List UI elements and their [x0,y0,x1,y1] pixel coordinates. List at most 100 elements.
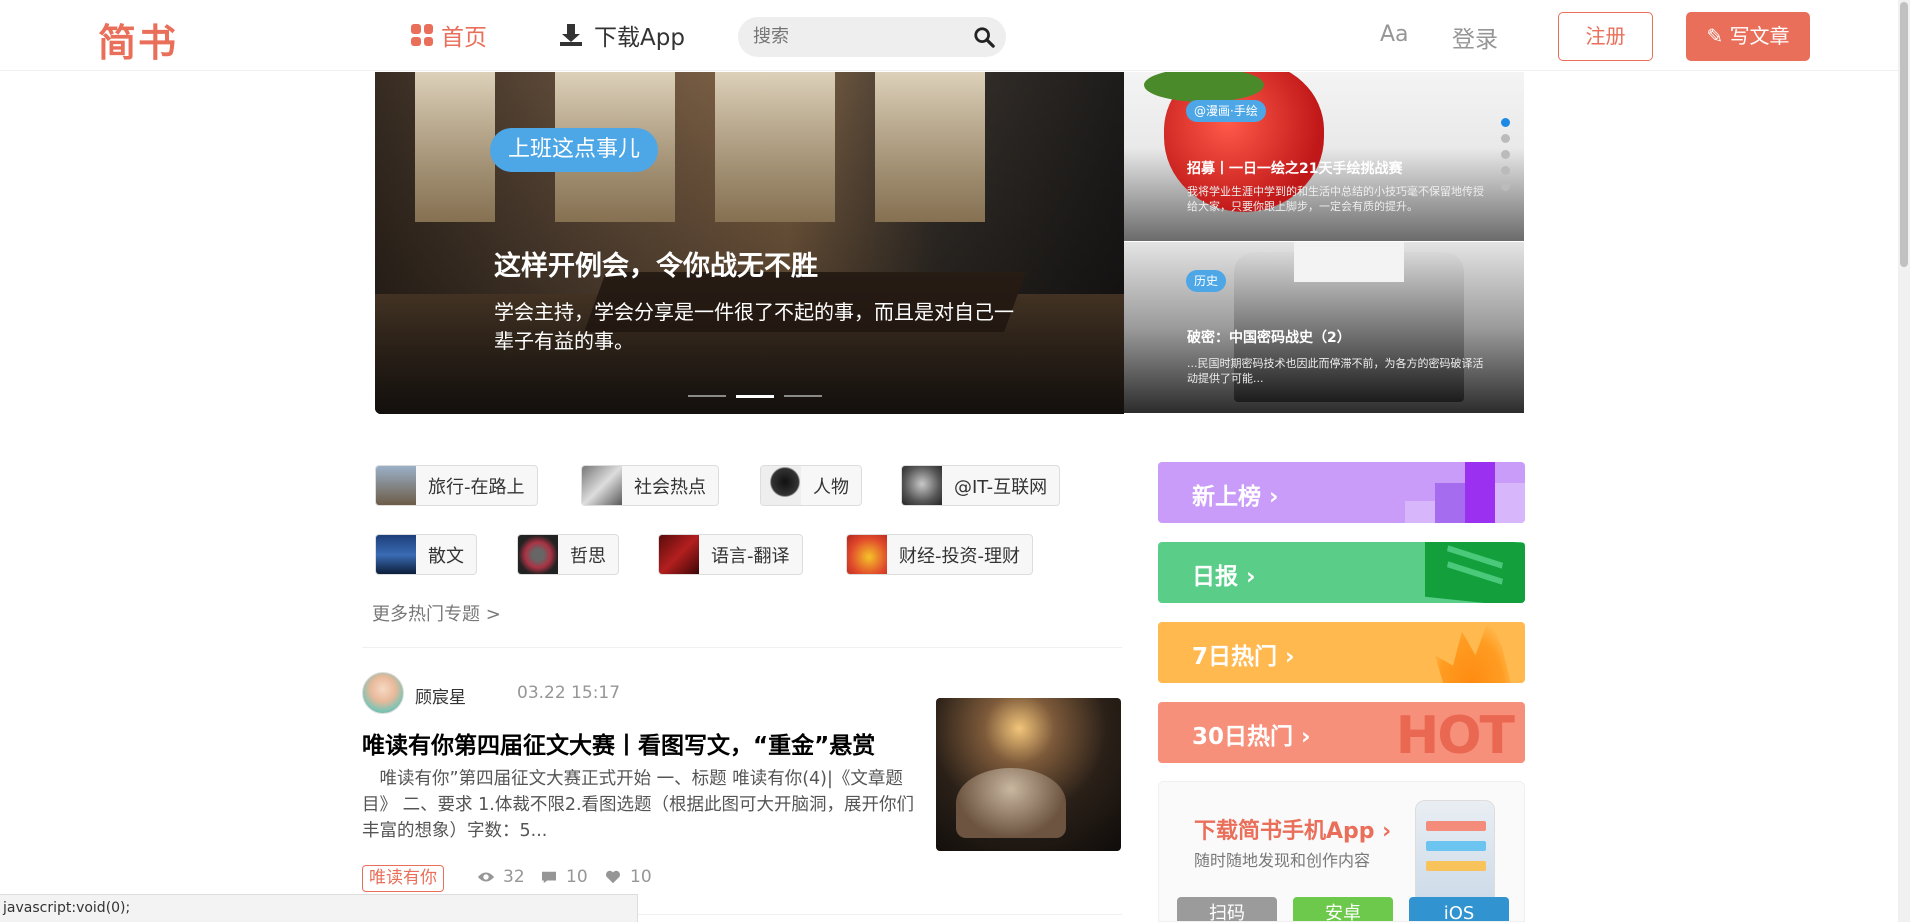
side-card-title: 招募丨一日一绘之21天手绘挑战赛 [1187,161,1403,177]
search-icon[interactable] [973,26,995,48]
home-grid-icon [411,24,433,46]
eye-icon [477,872,495,882]
top-navbar: 简书 首页 下载App Aa 登录 注册 ✎ 写文章 [0,0,1898,71]
divider [362,647,1122,648]
board-30day-hot[interactable]: HOT 30日热门 › [1158,702,1525,763]
topic-item[interactable]: 社会热点 [581,465,719,506]
post-time: 03.22 15:17 [517,683,621,703]
topic-thumb [518,535,558,574]
page: 简书 首页 下载App Aa 登录 注册 ✎ 写文章 [0,0,1910,922]
banner-shade [375,72,1124,414]
likes-value: 10 [630,867,652,887]
download-app-card[interactable]: 下载简书手机App › 随时随地发现和创作内容 扫码 安卓 iOS [1158,781,1525,922]
topic-thumb [376,466,416,505]
vertical-scrollbar[interactable] [1898,0,1910,922]
side-card-desc: 我将学业生涯中学到的和生活中总结的小技巧毫不保留地传授给大家，只要你跟上脚步，一… [1187,185,1484,213]
topic-label: 哲思 [570,545,606,567]
carousel-dot[interactable] [688,395,726,397]
app-buttons: 扫码 安卓 iOS [1177,897,1509,921]
board-new-list[interactable]: 新上榜 › [1158,462,1525,523]
carousel-dot[interactable] [784,395,822,397]
topic-item[interactable]: 散文 [375,534,477,575]
download-app-title[interactable]: 下载简书手机App › [1194,813,1391,845]
topic-label: 人物 [813,476,849,498]
topic-thumb [847,535,887,574]
side-banner-card[interactable]: @漫画·手绘 招募丨一日一绘之21天手绘挑战赛 我将学业生涯中学到的和生活中总结… [1124,72,1524,241]
login-link[interactable]: 登录 [1452,20,1498,54]
nav-home[interactable]: 首页 [411,18,487,52]
topic-label: 财经-投资-理财 [899,545,1020,567]
side-dot[interactable] [1501,166,1510,175]
article-title[interactable]: 唯读有你第四届征文大赛丨看图写文，“重金”悬赏 [362,726,875,760]
scrollbar-thumb[interactable] [1900,2,1908,267]
write-article-label: 写文章 [1729,24,1790,48]
side-dot[interactable] [1501,150,1510,159]
register-button[interactable]: 注册 [1558,12,1653,61]
logo[interactable]: 简书 [98,12,178,67]
board-label: 7日热门 › [1192,644,1295,670]
avatar[interactable] [362,672,404,714]
comments-value: 10 [566,867,588,887]
banner-tag[interactable]: 上班这点事儿 [490,128,659,172]
download-app-subtitle: 随时随地发现和创作内容 [1194,851,1371,870]
board-label: 30日热门 › [1192,724,1311,750]
topic-label: 社会热点 [634,476,706,498]
views-count: 32 [477,867,525,887]
side-card-tag: 历史 [1186,270,1227,292]
topic-thumb [376,535,416,574]
carousel-indicators [688,395,822,398]
android-button[interactable]: 安卓 [1293,897,1393,921]
search-box [738,17,1006,57]
nav-home-label: 首页 [441,25,487,51]
side-dot[interactable] [1501,134,1510,143]
banner-main-slide[interactable] [375,72,1124,414]
topic-item[interactable]: 人物 [760,465,862,506]
topic-item[interactable]: 语言-翻译 [658,534,803,575]
hot-text-icon: HOT [1395,706,1515,763]
nav-download-label: 下载App [594,25,685,51]
ios-button[interactable]: iOS [1409,897,1509,921]
side-card-title: 破密：中国密码战史（2） [1187,330,1351,346]
feather-icon: ✎ [1706,24,1724,48]
topic-thumb [659,535,699,574]
side-card-desc: ...民国时期密码技术也因此而停滞不前，为各方的密码破译活动提供了可能... [1187,357,1484,385]
side-carousel-indicators [1501,118,1510,191]
topic-thumb [582,466,622,505]
topic-thumb [761,466,801,505]
side-dot-active[interactable] [1501,118,1510,127]
scan-qr-button[interactable]: 扫码 [1177,897,1277,921]
more-topics-link[interactable]: 更多热门专题 > [372,600,501,626]
banner-title[interactable]: 这样开例会，令你战无不胜 [494,244,818,283]
download-icon [560,24,582,46]
carousel-dot-active[interactable] [736,395,774,398]
board-label: 日报 › [1192,564,1256,590]
comments-count[interactable]: 10 [540,867,588,887]
topic-label: 散文 [428,545,464,567]
article-abstract: 唯读有你”第四届征文大赛正式开始 一、标题 唯读有你(4)|《文章题目》 二、要… [362,769,915,841]
banner-subtitle: 学会主持，学会分享是一件很了不起的事，而且是对自己一辈子有益的事。 [494,300,1014,353]
browser-status-bar: javascript:void(0); [0,894,638,922]
nav-download-app[interactable]: 下载App [560,18,685,52]
comment-icon [542,871,556,884]
topic-item[interactable]: 财经-投资-理财 [846,534,1033,575]
board-daily[interactable]: 日报 › [1158,542,1525,603]
likes-count: 10 [604,867,652,887]
topic-label: 语言-翻译 [711,545,790,567]
write-article-button[interactable]: ✎ 写文章 [1686,12,1810,61]
topic-thumb [902,466,942,505]
font-style-toggle[interactable]: Aa [1380,22,1409,47]
board-7day-hot[interactable]: 7日热门 › [1158,622,1525,683]
cake-image [956,768,1066,838]
board-label: 新上榜 › [1192,484,1279,510]
views-value: 32 [503,867,525,887]
heart-icon [606,870,620,884]
side-banner-card[interactable]: 历史 破密：中国密码战史（2） ...民国时期密码技术也因此而停滞不前，为各方的… [1124,242,1524,413]
search-input[interactable] [753,26,953,47]
author-name[interactable]: 顾宸星 [415,683,466,708]
article-thumbnail[interactable] [936,698,1121,851]
topic-item[interactable]: 哲思 [517,534,619,575]
topic-item[interactable]: @IT-互联网 [901,465,1061,506]
side-dot[interactable] [1501,182,1510,191]
topic-item[interactable]: 旅行-在路上 [375,465,538,506]
collection-tag[interactable]: 唯读有你 [362,865,444,892]
